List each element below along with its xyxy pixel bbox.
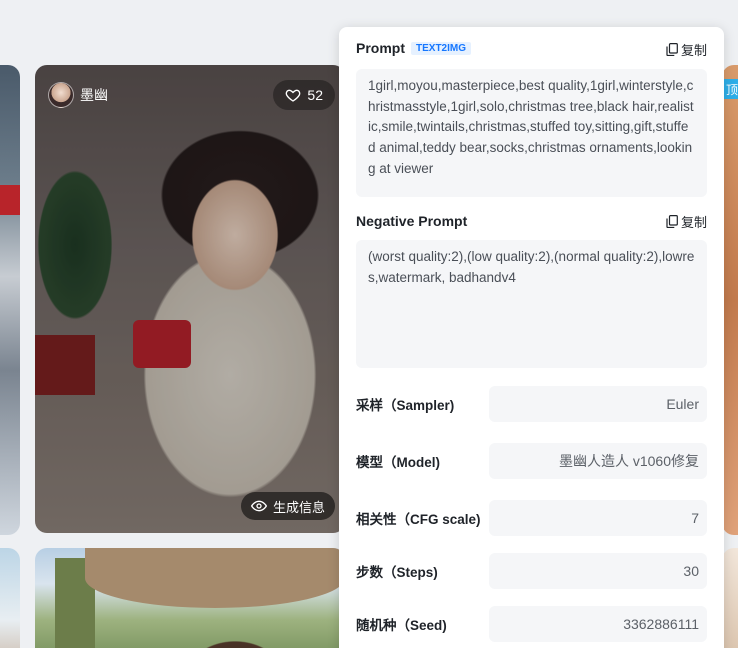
param-label: 相关性（CFG scale) — [356, 512, 481, 527]
param-value: 墨幽人造人 v1060修复 — [489, 443, 707, 479]
param-cfg-scale: 相关性（CFG scale) 7 — [356, 500, 707, 536]
generation-info-button[interactable]: 生成信息 — [240, 492, 335, 520]
pinned-badge: 顶 — [722, 79, 738, 99]
gallery-card-right-top[interactable] — [722, 65, 738, 535]
gallery-card-main-bottom[interactable] — [35, 548, 345, 648]
image-overlay — [35, 65, 345, 533]
mode-tag: TEXT2IMG — [411, 42, 472, 56]
like-count: 52 — [307, 87, 323, 103]
gallery-card-right-bottom[interactable] — [722, 548, 738, 648]
param-seed: 随机种（Seed) 3362886111 — [356, 606, 707, 642]
param-value: 30 — [489, 553, 707, 589]
image-detail — [85, 548, 345, 608]
like-button[interactable]: 52 — [273, 80, 335, 110]
gallery-card-main[interactable]: 墨幽 52 生成信息 — [35, 65, 345, 533]
param-sampler: 采样（Sampler) Euler — [356, 386, 707, 422]
generation-info-label: 生成信息 — [272, 499, 325, 515]
gallery-card-left-top[interactable] — [0, 65, 20, 535]
param-value: 7 — [489, 500, 707, 536]
param-value: Euler — [489, 386, 707, 422]
copy-label: 复制 — [680, 42, 707, 58]
page: 墨幽 52 生成信息 顶 Prompt TEXT2IMG 复制 1girl,mo… — [0, 0, 738, 648]
eye-icon — [250, 500, 267, 512]
prompt-title: Prompt — [356, 40, 405, 56]
param-label: 随机种（Seed) — [356, 618, 447, 633]
heart-icon — [286, 89, 301, 102]
copy-prompt-button[interactable]: 复制 — [666, 40, 707, 59]
author[interactable]: 墨幽 — [48, 82, 108, 108]
prompt-header: Prompt TEXT2IMG 复制 — [356, 39, 707, 59]
param-value: 3362886111 — [489, 606, 707, 642]
gallery-card-left-bottom[interactable] — [0, 548, 20, 648]
param-label: 采样（Sampler) — [356, 398, 455, 413]
negative-prompt-title: Negative Prompt — [356, 213, 468, 229]
negative-prompt-header: Negative Prompt 复制 — [356, 211, 707, 231]
param-steps: 步数（Steps) 30 — [356, 553, 707, 589]
generation-info-panel: Prompt TEXT2IMG 复制 1girl,moyou,masterpiec… — [339, 27, 724, 648]
copy-icon — [666, 214, 678, 228]
negative-prompt-text[interactable]: (worst quality:2),(low quality:2),(norma… — [356, 240, 707, 368]
prompt-text[interactable]: 1girl,moyou,masterpiece,best quality,1gi… — [356, 69, 707, 197]
param-label: 模型（Model) — [356, 455, 440, 470]
author-name[interactable]: 墨幽 — [80, 85, 108, 105]
avatar[interactable] — [48, 82, 74, 108]
copy-label: 复制 — [680, 214, 707, 230]
copy-negative-prompt-button[interactable]: 复制 — [666, 212, 707, 231]
copy-icon — [666, 42, 678, 56]
param-label: 步数（Steps) — [356, 565, 438, 580]
param-model: 模型（Model) 墨幽人造人 v1060修复 — [356, 443, 707, 479]
